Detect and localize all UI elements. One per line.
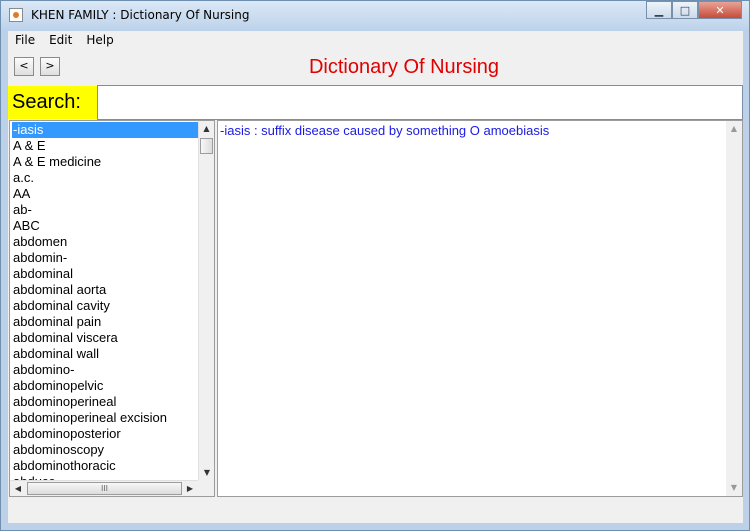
menu-edit[interactable]: Edit <box>42 31 79 51</box>
term-list-vertical-scrollbar[interactable]: ▲ ▼ <box>198 121 214 481</box>
term-list-item[interactable]: abdominal pain <box>12 314 200 330</box>
scroll-thumb[interactable] <box>200 138 213 154</box>
scroll-down-arrow-icon[interactable]: ▼ <box>199 465 214 481</box>
term-list-item[interactable]: -iasis <box>12 122 200 138</box>
term-list-item[interactable]: AA <box>12 186 200 202</box>
scroll-left-arrow-icon[interactable]: ◀ <box>10 481 26 496</box>
scroll-up-arrow-icon[interactable]: ▲ <box>199 121 214 137</box>
definition-text: -iasis : suffix disease caused by someth… <box>220 123 550 138</box>
definition-panel: -iasis : suffix disease caused by someth… <box>217 120 743 497</box>
term-list-item[interactable]: abdominal wall <box>12 346 200 362</box>
dictionary-title: Dictionary Of Nursing <box>308 56 500 78</box>
term-list-item[interactable]: abdominal aorta <box>12 282 200 298</box>
client-area: File Edit Help < > Dictionary Of Nursing… <box>8 31 743 523</box>
term-list-item[interactable]: A & E medicine <box>12 154 200 170</box>
java-app-icon <box>9 8 23 22</box>
term-list-horizontal-scrollbar[interactable]: ◀ III ▶ <box>10 480 198 496</box>
definition-scroll-down-icon[interactable]: ▼ <box>726 480 742 496</box>
horizontal-scroll-thumb[interactable]: III <box>27 482 182 495</box>
search-input[interactable] <box>97 85 743 120</box>
term-list-item[interactable]: ab- <box>12 202 200 218</box>
term-list-item[interactable]: abdominal <box>12 266 200 282</box>
term-list-panel: -iasis A & EA & E medicine a.c. AA ab- ABC abd… <box>9 120 215 497</box>
term-list-item[interactable]: ABC <box>12 218 200 234</box>
window-controls: ▁ □ ✕ <box>646 1 742 21</box>
app-window: KHEN FAMILY : Dictionary Of Nursing ▁ □ … <box>0 0 750 531</box>
minimize-button[interactable]: ▁ <box>646 1 672 19</box>
term-list-item[interactable]: abdominal cavity <box>12 298 200 314</box>
term-list-item[interactable]: abdomino- <box>12 362 200 378</box>
definition-scroll-up-icon[interactable]: ▲ <box>726 121 742 137</box>
term-list[interactable]: -iasis A & EA & E medicine a.c. AA ab- ABC abd… <box>12 122 200 482</box>
term-list-item[interactable]: A & E <box>12 138 200 154</box>
term-list-item[interactable]: abdominopelvic <box>12 378 200 394</box>
term-list-item[interactable]: abdominal viscera <box>12 330 200 346</box>
scroll-corner <box>198 480 214 496</box>
definition-vertical-scrollbar[interactable]: ▲ ▼ <box>726 121 742 496</box>
menu-help[interactable]: Help <box>79 31 120 51</box>
menu-bar: File Edit Help <box>8 31 743 51</box>
term-list-item[interactable]: abdominoscopy <box>12 442 200 458</box>
term-list-item[interactable]: abdominoperineal excision <box>12 410 200 426</box>
back-button[interactable]: < <box>14 57 34 76</box>
window-title: KHEN FAMILY : Dictionary Of Nursing <box>31 8 250 22</box>
term-list-item[interactable]: abdominothoracic <box>12 458 200 474</box>
forward-button[interactable]: > <box>40 57 60 76</box>
status-bar <box>8 497 743 523</box>
search-label: Search: <box>8 86 97 119</box>
term-list-item[interactable]: abdominoposterior <box>12 426 200 442</box>
close-button[interactable]: ✕ <box>698 1 742 19</box>
term-list-item[interactable]: a.c. <box>12 170 200 186</box>
scroll-right-arrow-icon[interactable]: ▶ <box>182 481 198 496</box>
term-list-item[interactable]: abdomin- <box>12 250 200 266</box>
menu-file[interactable]: File <box>8 31 42 51</box>
term-list-item[interactable]: abdomen <box>12 234 200 250</box>
maximize-button[interactable]: □ <box>672 1 698 19</box>
term-list-item[interactable]: abdominoperineal <box>12 394 200 410</box>
title-bar[interactable]: KHEN FAMILY : Dictionary Of Nursing ▁ □ … <box>1 1 749 31</box>
